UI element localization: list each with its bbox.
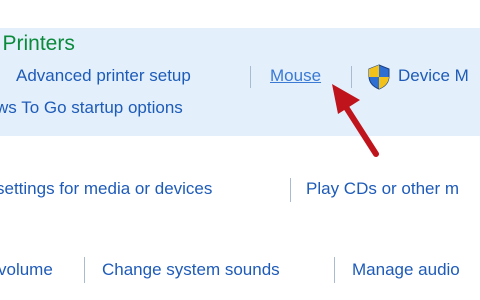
advanced-printer-setup-link[interactable]: Advanced printer setup (16, 66, 191, 86)
link-separator (250, 66, 251, 88)
manage-audio-devices-link[interactable]: Manage audio (352, 260, 460, 280)
red-arrow-icon (332, 84, 379, 157)
adjust-system-volume-link[interactable]: volume (0, 260, 53, 280)
devices-and-printers-heading[interactable]: l Printers (0, 32, 75, 56)
play-cds-link[interactable]: Play CDs or other m (306, 179, 459, 199)
windows-to-go-startup-options-link[interactable]: ws To Go startup options (0, 98, 183, 118)
link-separator (84, 257, 85, 283)
link-separator (290, 178, 291, 202)
change-system-sounds-link[interactable]: Change system sounds (102, 260, 280, 280)
change-default-settings-link[interactable]: settings for media or devices (0, 179, 212, 199)
mouse-link[interactable]: Mouse (270, 66, 321, 86)
top-strip (0, 0, 480, 28)
link-separator (334, 257, 335, 283)
device-manager-link[interactable]: Device M (398, 66, 469, 86)
control-panel-view: l Printers Advanced printer setup Mouse … (0, 0, 480, 300)
